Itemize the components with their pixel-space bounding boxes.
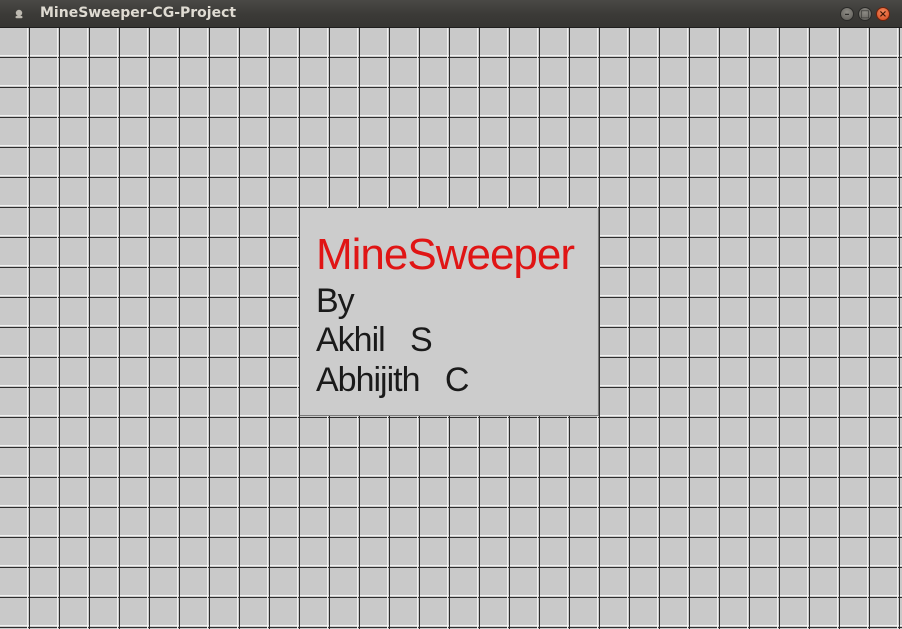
window-title: MineSweeper-CG-Project [40, 5, 237, 21]
close-button[interactable]: × [876, 7, 890, 21]
by-label: By [316, 282, 355, 320]
window-menu-icon[interactable] [12, 7, 26, 21]
game-title: MineSweeper [316, 230, 575, 279]
credits-panel: MineSweeper By Akhil S Abhijith C [300, 208, 599, 416]
minefield-grid[interactable]: MineSweeper By Akhil S Abhijith C [0, 28, 902, 629]
author-name: Akhil S [316, 321, 433, 359]
app-window: MineSweeper-CG-Project – □ × MineSweeper… [0, 0, 902, 629]
title-bar[interactable]: MineSweeper-CG-Project – □ × [0, 0, 902, 28]
minimize-button[interactable]: – [840, 7, 854, 21]
author-name: Abhijith C [316, 361, 469, 399]
maximize-button[interactable]: □ [858, 7, 872, 21]
